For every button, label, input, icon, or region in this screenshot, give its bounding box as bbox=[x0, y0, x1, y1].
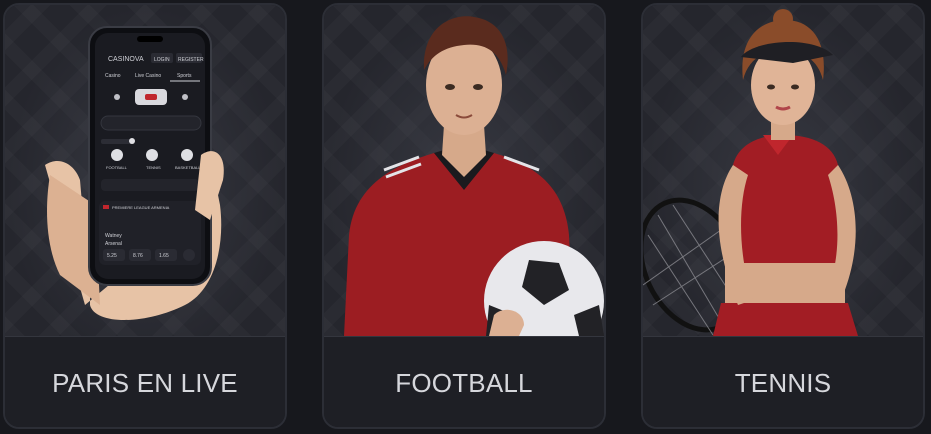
phone-sport-football: FOOTBALL bbox=[106, 165, 128, 170]
phone-league: PREMIERE LEAGUE ARMENIA bbox=[112, 205, 170, 210]
hand-holding-phone-illustration: CASINOVA LOGIN REGISTER Casino Live Casi… bbox=[45, 26, 224, 320]
live-betting-artwork: CASINOVA LOGIN REGISTER Casino Live Casi… bbox=[5, 5, 285, 336]
card-label-bar: PARIS EN LIVE bbox=[5, 336, 285, 427]
football-player-illustration bbox=[344, 16, 604, 336]
phone-login: LOGIN bbox=[154, 57, 170, 63]
card-label-bar: FOOTBALL bbox=[324, 336, 604, 427]
phone-team-1: Watney bbox=[105, 233, 122, 239]
tennis-player-illustration bbox=[643, 9, 858, 336]
card-tennis[interactable]: TENNIS bbox=[641, 3, 925, 429]
phone-odd-3: 1.65 bbox=[159, 253, 169, 259]
phone-tab-sports: Sports bbox=[177, 73, 192, 79]
card-title: TENNIS bbox=[734, 368, 832, 398]
card-title: FOOTBALL bbox=[395, 368, 533, 398]
tennis-artwork bbox=[643, 5, 923, 336]
phone-odd-2: 8.76 bbox=[133, 253, 143, 259]
card-live-betting[interactable]: CASINOVA LOGIN REGISTER Casino Live Casi… bbox=[3, 3, 287, 429]
phone-odd-1: 5.25 bbox=[107, 253, 117, 259]
football-artwork bbox=[324, 5, 604, 336]
card-label-bar: TENNIS bbox=[643, 336, 923, 427]
phone-brand: CASINOVA bbox=[108, 56, 144, 63]
phone-sport-tennis: TENNIS bbox=[146, 165, 161, 170]
phone-tab-live-casino: Live Casino bbox=[135, 73, 161, 79]
phone-tab-casino: Casino bbox=[105, 73, 121, 79]
card-title: PARIS EN LIVE bbox=[52, 368, 238, 398]
card-football[interactable]: FOOTBALL bbox=[322, 3, 606, 429]
phone-sport-basketball: BASKETBALL bbox=[175, 165, 201, 170]
phone-register: REGISTER bbox=[178, 57, 204, 63]
phone-team-2: Arsenal bbox=[105, 241, 122, 247]
